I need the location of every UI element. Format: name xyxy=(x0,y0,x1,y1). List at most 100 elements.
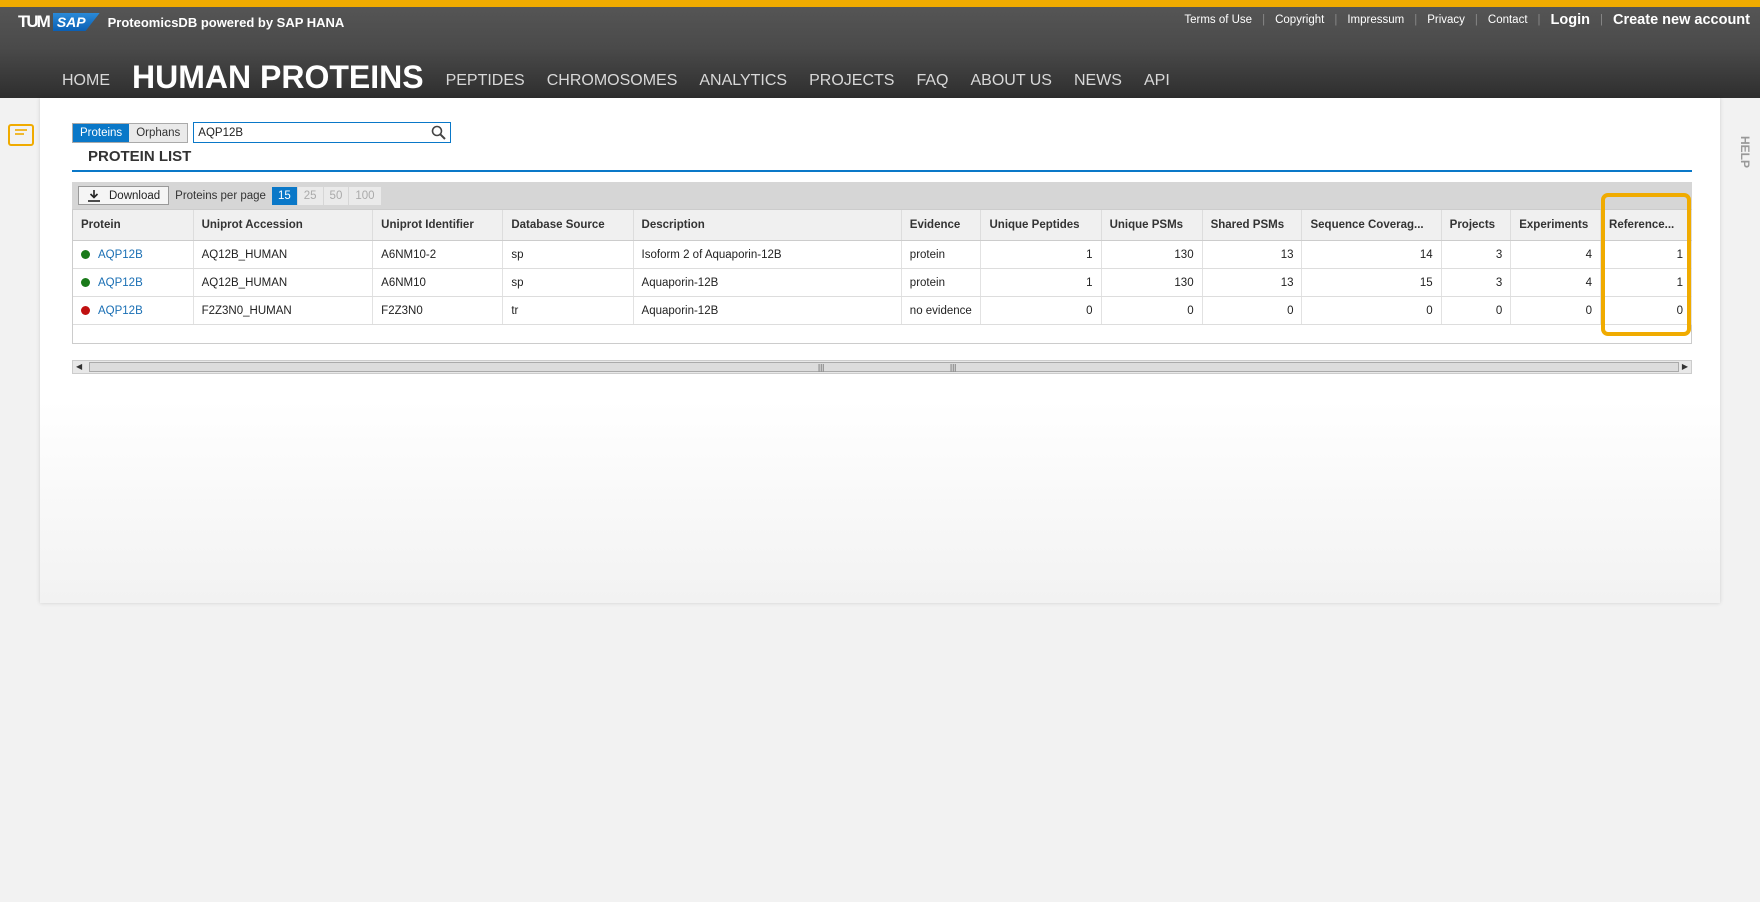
projects-cell: 0 xyxy=(1441,296,1512,325)
copyright-link[interactable]: Copyright xyxy=(1275,14,1324,26)
impressum-link[interactable]: Impressum xyxy=(1347,14,1404,26)
separator: | xyxy=(1474,14,1478,26)
tum-logo: TUM xyxy=(18,12,51,31)
app-title: ProteomicsDB powered by SAP HANA xyxy=(107,14,345,30)
column-header[interactable]: Projects xyxy=(1441,210,1512,241)
protein-cell[interactable]: AQP12B xyxy=(73,268,194,297)
protein-list-title: PROTEIN LIST xyxy=(72,148,1692,172)
source-cell: sp xyxy=(502,268,634,297)
help-tab[interactable]: HELP xyxy=(1738,136,1752,168)
column-header[interactable]: Unique Peptides xyxy=(980,210,1102,241)
identifier-cell: F2Z3N0 xyxy=(372,296,504,325)
nav-api[interactable]: API xyxy=(1144,72,1170,90)
nav-analytics[interactable]: ANALYTICS xyxy=(699,72,787,90)
column-header[interactable]: Uniprot Accession xyxy=(193,210,374,241)
accession-cell: AQ12B_HUMAN xyxy=(193,268,374,297)
evidence-cell: protein xyxy=(901,268,982,297)
scroll-right-arrow-icon[interactable]: ▶ xyxy=(1682,361,1688,373)
unique-psms-cell: 130 xyxy=(1101,268,1203,297)
table-row[interactable]: AQP12B F2Z3N0_HUMAN F2Z3N0 tr Aquaporin-… xyxy=(73,296,1692,325)
scroll-left-arrow-icon[interactable]: ◀ xyxy=(76,361,82,373)
page-size-selector: 15 25 50 100 xyxy=(271,186,382,205)
evidence-cell: protein xyxy=(901,240,982,269)
unique-psms-cell: 130 xyxy=(1101,240,1203,269)
terms-link[interactable]: Terms of Use xyxy=(1184,14,1252,26)
evidence-cell: no evidence xyxy=(901,296,982,325)
column-header[interactable]: Sequence Coverag... xyxy=(1301,210,1442,241)
nav-news[interactable]: NEWS xyxy=(1074,72,1122,90)
column-header[interactable]: Description xyxy=(633,210,902,241)
column-header[interactable]: Database Source xyxy=(502,210,634,241)
column-header[interactable]: Unique PSMs xyxy=(1101,210,1203,241)
nav-chromosomes[interactable]: CHROMOSOMES xyxy=(547,72,678,90)
scrollbar-thumb[interactable]: ||| ||| xyxy=(89,362,1679,372)
toggle-proteins[interactable]: Proteins xyxy=(73,123,130,142)
protein-orphan-toggle: Proteins Orphans xyxy=(72,122,189,143)
table-row[interactable]: AQP12B AQ12B_HUMAN A6NM10-2 sp Isoform 2… xyxy=(73,240,1692,269)
protein-link[interactable]: AQP12B xyxy=(98,305,143,317)
shared-psms-cell: 13 xyxy=(1202,240,1303,269)
page-size-option[interactable]: 25 xyxy=(297,186,324,205)
column-header[interactable]: Shared PSMs xyxy=(1202,210,1303,241)
status-dot-icon xyxy=(81,249,90,259)
identifier-cell: A6NM10-2 xyxy=(372,240,504,269)
nav-human-proteins[interactable]: HUMAN PROTEINS xyxy=(132,59,424,108)
protein-link[interactable]: AQP12B xyxy=(98,249,143,261)
privacy-link[interactable]: Privacy xyxy=(1427,14,1465,26)
nav-peptides[interactable]: PEPTIDES xyxy=(446,72,525,90)
accession-cell: F2Z3N0_HUMAN xyxy=(193,296,374,325)
nav-home[interactable]: HOME xyxy=(62,72,110,90)
source-cell: sp xyxy=(502,240,634,269)
logo[interactable]: TUM SAP ProteomicsDB powered by SAP HANA xyxy=(18,12,344,32)
protein-cell[interactable]: AQP12B xyxy=(73,296,194,325)
source-cell: tr xyxy=(502,296,634,325)
login-link[interactable]: Login xyxy=(1551,12,1590,28)
protein-link[interactable]: AQP12B xyxy=(98,277,143,289)
unique-peptides-cell: 0 xyxy=(980,296,1102,325)
page-size-option[interactable]: 50 xyxy=(323,186,350,205)
contact-link[interactable]: Contact xyxy=(1488,14,1528,26)
coverage-cell: 15 xyxy=(1301,268,1442,297)
nav-about-us[interactable]: ABOUT US xyxy=(970,72,1052,90)
page-size-option[interactable]: 100 xyxy=(349,186,382,205)
experiments-cell: 0 xyxy=(1510,296,1602,325)
column-header[interactable]: Experiments xyxy=(1510,210,1602,241)
nav-projects[interactable]: PROJECTS xyxy=(809,72,894,90)
download-button[interactable]: Download xyxy=(78,186,170,205)
feedback-icon[interactable] xyxy=(8,124,34,146)
page-size-option[interactable]: 15 xyxy=(271,186,298,205)
unique-peptides-cell: 1 xyxy=(980,240,1102,269)
description-cell: Aquaporin-12B xyxy=(633,296,902,325)
search-icon[interactable] xyxy=(431,125,447,140)
separator: | xyxy=(1537,14,1541,26)
column-header[interactable]: Protein xyxy=(73,210,194,241)
separator: | xyxy=(1600,14,1603,26)
sap-logo: SAP xyxy=(52,13,100,31)
search-row: Proteins Orphans AQP12B xyxy=(72,122,452,143)
table-header-row: Protein Uniprot Accession Uniprot Identi… xyxy=(73,210,1692,241)
list-toolbar: Download Proteins per page 15 25 50 100 xyxy=(72,182,1692,209)
coverage-cell: 14 xyxy=(1301,240,1442,269)
table-row[interactable]: AQP12B AQ12B_HUMAN A6NM10 sp Aquaporin-1… xyxy=(73,268,1692,297)
separator: | xyxy=(1414,14,1418,26)
download-label: Download xyxy=(109,189,161,202)
status-dot-icon xyxy=(81,277,90,287)
column-header[interactable]: Uniprot Identifier xyxy=(372,210,504,241)
coverage-cell: 0 xyxy=(1301,296,1442,325)
grip-icon: ||| xyxy=(818,363,825,372)
search-input[interactable]: AQP12B xyxy=(193,122,452,143)
status-dot-icon xyxy=(81,305,90,315)
horizontal-scrollbar[interactable]: ◀ ||| ||| ▶ xyxy=(72,360,1692,374)
projects-cell: 3 xyxy=(1441,240,1512,269)
nav-faq[interactable]: FAQ xyxy=(916,72,948,90)
protein-cell[interactable]: AQP12B xyxy=(73,240,194,269)
accession-cell: AQ12B_HUMAN xyxy=(193,240,374,269)
toggle-orphans[interactable]: Orphans xyxy=(129,123,188,142)
create-account-link[interactable]: Create new account xyxy=(1613,12,1750,28)
protein-table: Protein Uniprot Accession Uniprot Identi… xyxy=(72,209,1692,344)
unique-psms-cell: 0 xyxy=(1101,296,1203,325)
experiments-cell: 4 xyxy=(1510,268,1602,297)
column-header[interactable]: Evidence xyxy=(901,210,982,241)
description-cell: Isoform 2 of Aquaporin-12B xyxy=(633,240,902,269)
main-nav: HOME HUMAN PROTEINS PEPTIDES CHROMOSOMES… xyxy=(62,53,1170,108)
